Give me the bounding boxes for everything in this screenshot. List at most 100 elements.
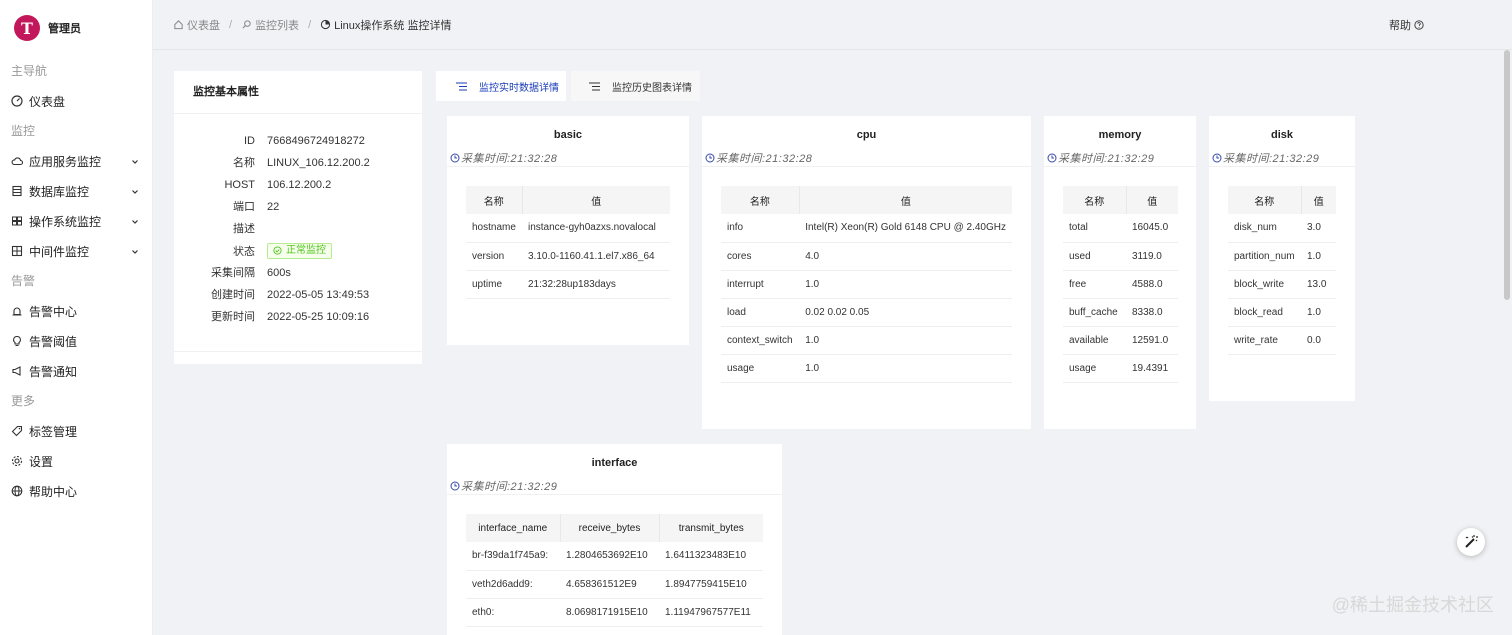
search-icon — [242, 20, 251, 29]
windows-icon — [11, 215, 23, 227]
list-icon — [589, 82, 600, 90]
nav-item-middleware[interactable]: 中间件监控 — [0, 236, 152, 266]
table-row: br-f39da1f745a9: 1.2804653692E10 1.6411323… — [466, 542, 763, 571]
metrics-card-basic: basic 采集时间:21:32:28 名称 值 hostname instanc… — [447, 116, 689, 345]
column-header: 值 — [1126, 186, 1178, 214]
metrics-table-memory: 名称 值 total 16045.0 used 3119.0 free 4588.0 … — [1063, 186, 1178, 383]
table-header-row: 名称 值 — [466, 186, 670, 214]
metric-name: info — [721, 214, 800, 243]
attr-row-created: 创建时间 2022-05-05 13:49:53 — [174, 284, 422, 306]
interface-name: veth2d6add9: — [466, 570, 560, 599]
metric-value: 19.4391 — [1126, 354, 1178, 383]
breadcrumb-separator: / — [229, 18, 233, 31]
collect-time-text: 采集时间:21:32:29 — [461, 481, 558, 493]
collect-time: 采集时间:21:32:28 — [450, 150, 557, 166]
nav-item-alert-center[interactable]: 告警中心 — [0, 296, 152, 326]
chevron-down-icon — [130, 156, 140, 166]
magic-wand-button[interactable] — [1457, 528, 1485, 556]
divider — [1044, 166, 1196, 167]
breadcrumb-home[interactable]: 仪表盘 — [187, 17, 220, 33]
alert-icon — [11, 305, 23, 317]
table-header-row: 名称 值 — [1063, 186, 1178, 214]
megaphone-icon — [11, 365, 23, 377]
tag-icon — [11, 425, 23, 437]
tab-label: 监控历史图表详情 — [612, 82, 692, 94]
transmit-bytes: 1.8947759415E10 — [659, 570, 763, 599]
metric-value: 1.0 — [1301, 242, 1336, 271]
metric-name: buff_cache — [1063, 298, 1126, 327]
table-row: block_write 13.0 — [1228, 270, 1336, 299]
column-header: 名称 — [466, 186, 523, 214]
nav-label: 操作系统监控 — [29, 214, 102, 229]
attr-key: 端口 — [233, 201, 255, 213]
nav-item-app-service[interactable]: 应用服务监控 — [0, 146, 152, 176]
metric-value: 16045.0 — [1126, 214, 1178, 243]
bulb-icon — [11, 335, 23, 347]
nav-item-tags[interactable]: 标签管理 — [0, 416, 152, 446]
nav-item-os[interactable]: 操作系统监控 — [0, 206, 152, 236]
table-row: context_switch 1.0 — [721, 326, 1012, 355]
help-link[interactable]: 帮助 — [1389, 17, 1424, 33]
tab-realtime[interactable]: 监控实时数据详情 — [436, 71, 566, 101]
home-icon — [174, 20, 183, 30]
metric-value: 8338.0 — [1126, 298, 1178, 327]
column-header: 值 — [799, 186, 1012, 214]
transmit-bytes: 1.6411323483E10 — [659, 542, 763, 571]
collect-time: 采集时间:21:32:29 — [450, 478, 557, 494]
breadcrumb-list[interactable]: 监控列表 — [255, 17, 299, 33]
nav-item-dashboard[interactable]: 仪表盘 — [0, 86, 152, 116]
card-title: memory — [1098, 129, 1142, 141]
page-scrollbar[interactable] — [1504, 50, 1510, 300]
receive-bytes: 8.0698171915E10 — [560, 598, 659, 627]
metric-name: version — [466, 242, 522, 271]
attr-key: 采集间隔 — [211, 267, 255, 279]
pie-chart-icon — [320, 19, 331, 30]
attr-value: 2022-05-05 13:49:53 — [267, 289, 370, 301]
user-name[interactable]: 管理员 — [48, 20, 81, 36]
table-row: free 4588.0 — [1063, 270, 1178, 299]
metric-name: disk_num — [1228, 214, 1301, 243]
table-row: write_rate 0.0 — [1228, 326, 1336, 355]
table-row: partition_num 1.0 — [1228, 242, 1336, 271]
nav-group-main: 主导航 — [11, 64, 48, 78]
receive-bytes: 4.658361512E9 — [560, 570, 659, 599]
nav-item-alert-threshold[interactable]: 告警阈值 — [0, 326, 152, 356]
metric-name: hostname — [466, 214, 522, 243]
app-logo[interactable]: T — [14, 15, 40, 41]
list-icon — [456, 82, 467, 90]
nav-group-more: 更多 — [11, 394, 36, 408]
nav-label: 告警阈值 — [29, 334, 78, 349]
table-row: load 0.02 0.02 0.05 — [721, 298, 1012, 327]
chevron-down-icon — [130, 246, 140, 256]
table-row: usage 1.0 — [721, 354, 1012, 383]
collect-time-text: 采集时间:21:32:29 — [1223, 153, 1320, 165]
breadcrumb-separator: / — [308, 18, 312, 31]
table-row: uptime 21:32:28up183days — [466, 270, 670, 299]
table-row: interrupt 1.0 — [721, 270, 1012, 299]
attr-row-updated: 更新时间 2022-05-25 10:09:16 — [174, 306, 422, 328]
attr-value: 2022-05-25 10:09:16 — [267, 311, 370, 323]
nav-item-settings[interactable]: 设置 — [0, 446, 152, 476]
metrics-table-basic: 名称 值 hostname instance-gyh0azxs.novalocal… — [466, 186, 670, 299]
attr-value: LINUX_106.12.200.2 — [267, 157, 370, 169]
metric-value: 4588.0 — [1126, 270, 1178, 299]
metric-name: interrupt — [721, 270, 800, 299]
attr-row-status: 状态 正常监控 — [174, 241, 422, 263]
table-header-row: interface_name receive_bytes transmit_by… — [466, 514, 763, 542]
interface-name: br-f39da1f745a9: — [466, 542, 560, 571]
nav-item-alert-notify[interactable]: 告警通知 — [0, 356, 152, 386]
attr-row-desc: 描述 — [174, 218, 422, 240]
collect-time: 采集时间:21:32:29 — [1047, 150, 1154, 166]
column-header: 值 — [1301, 186, 1336, 214]
nav-item-help-center[interactable]: 帮助中心 — [0, 476, 152, 506]
metric-value: 3.0 — [1301, 214, 1336, 243]
metric-name: total — [1063, 214, 1126, 243]
tab-history[interactable]: 监控历史图表详情 — [571, 71, 700, 101]
divider — [447, 494, 782, 495]
metric-value: 4.0 — [799, 242, 1012, 271]
watermark: @稀土掘金技术社区 — [1331, 595, 1494, 615]
globe-icon — [11, 485, 23, 497]
metric-value: 1.0 — [1301, 298, 1336, 327]
nav-item-database[interactable]: 数据库监控 — [0, 176, 152, 206]
card-title: basic — [553, 129, 583, 141]
